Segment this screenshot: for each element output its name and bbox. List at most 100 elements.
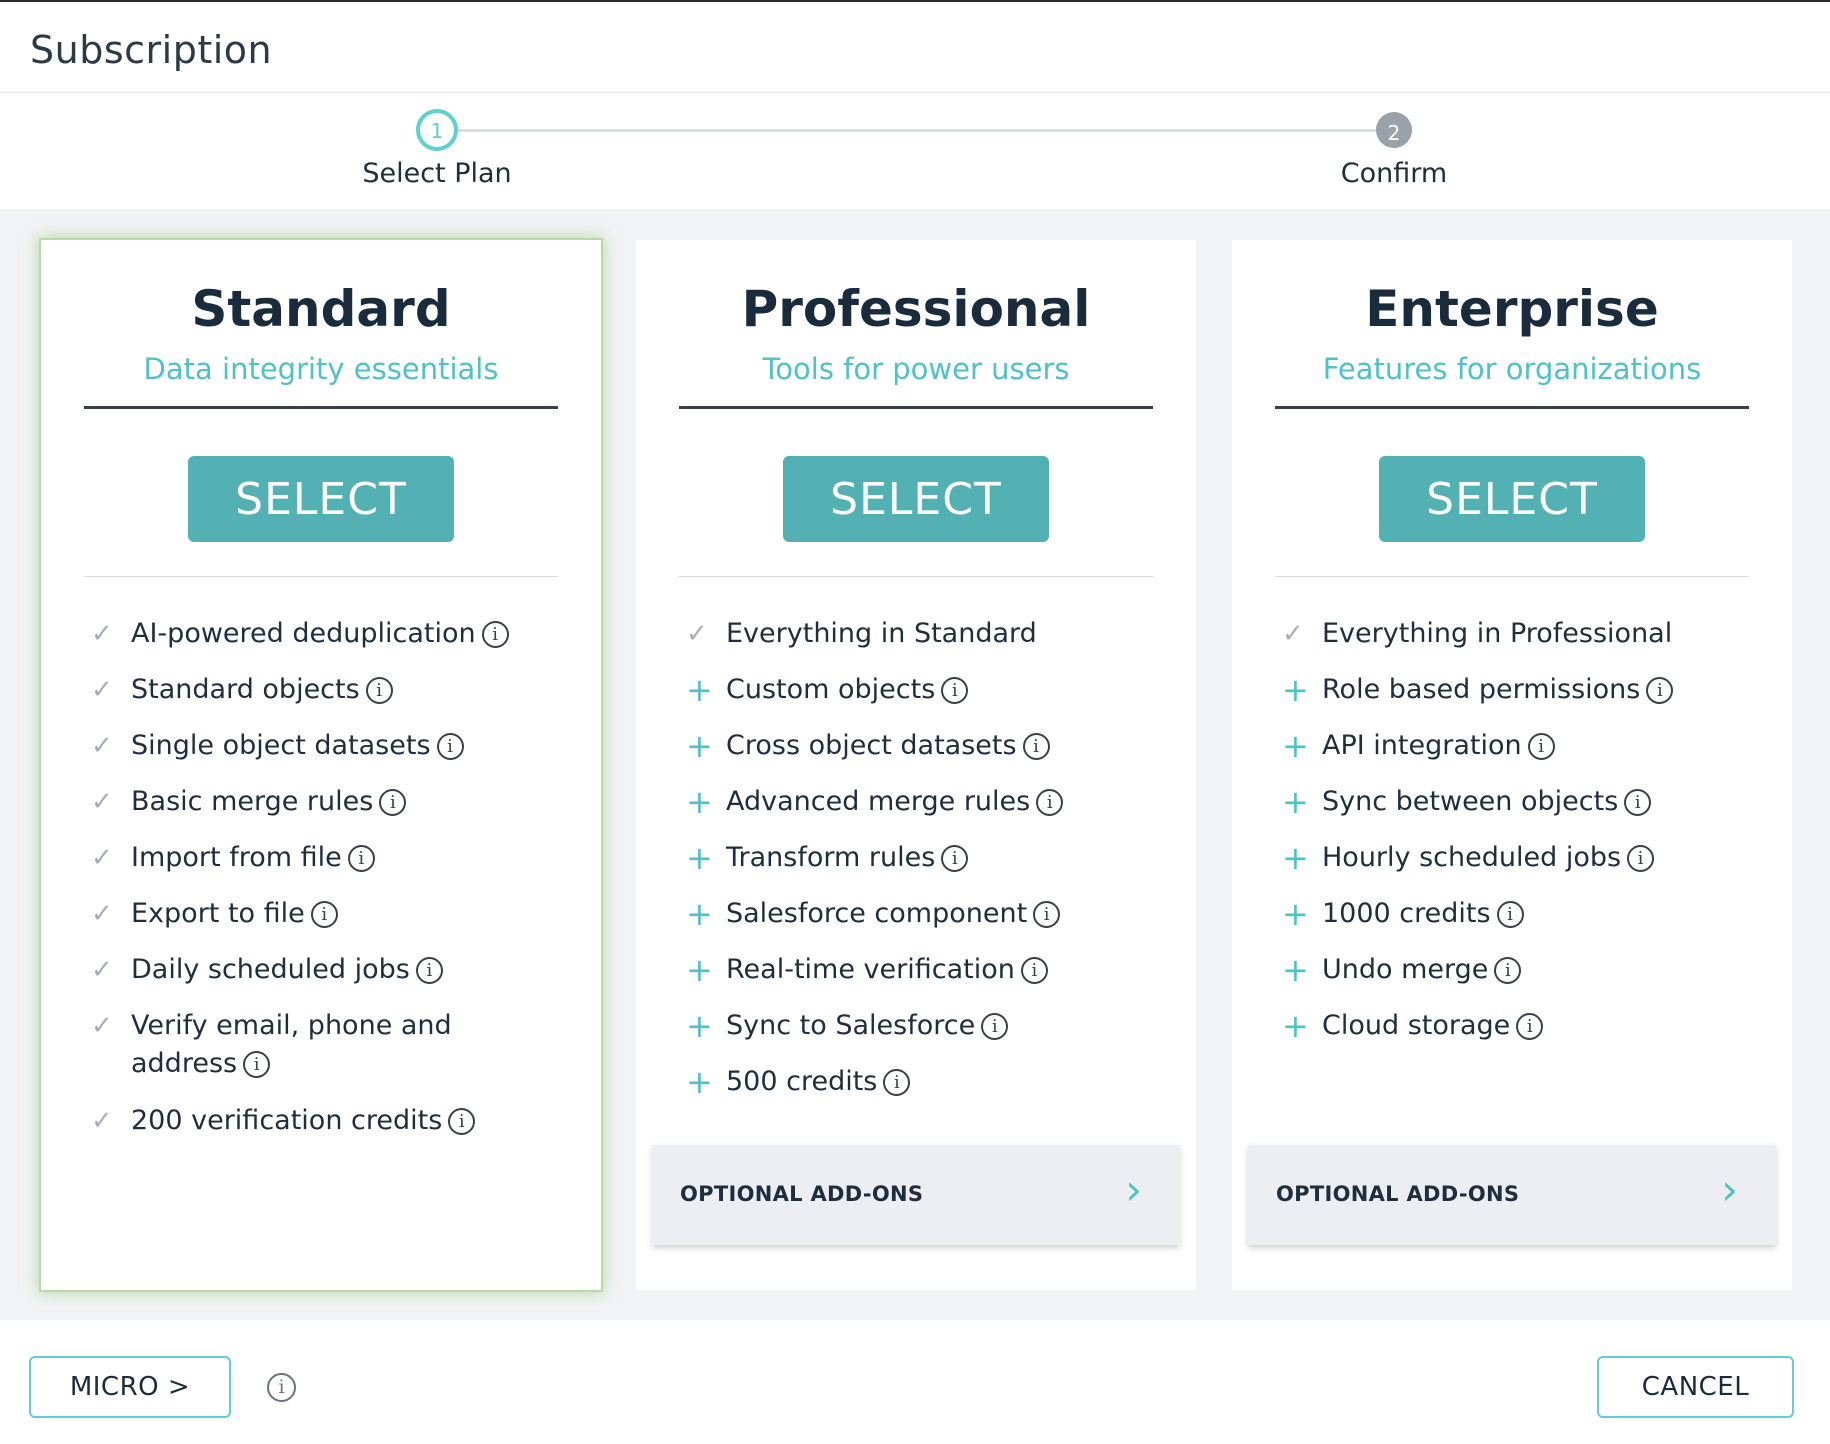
plan-card-standard[interactable]: Standard Data integrity essentials SELEC… — [41, 240, 601, 1290]
info-icon[interactable]: i — [1496, 901, 1524, 928]
info-icon[interactable]: i — [1527, 733, 1555, 760]
info-icon[interactable]: i — [1022, 733, 1050, 760]
feature-item: + Cross object datasets i — [686, 727, 1166, 783]
divider — [679, 576, 1153, 577]
plus-icon: + — [1282, 1007, 1309, 1045]
feature-item: ✓ Standard objects i — [91, 671, 571, 727]
info-icon[interactable]: i — [415, 957, 443, 984]
feature-label: Transform rules — [726, 842, 936, 873]
select-enterprise-button[interactable]: SELECT — [1379, 456, 1645, 542]
feature-list: ✓ Everything in Standard + Custom objects i… — [686, 615, 1166, 1119]
feature-label: Single object datasets — [131, 730, 431, 761]
feature-label: Cross object datasets — [726, 730, 1017, 761]
plan-card-enterprise[interactable]: Enterprise Features for organizations SE… — [1232, 240, 1792, 1290]
info-icon[interactable]: i — [1036, 789, 1064, 816]
info-icon[interactable]: i — [1020, 957, 1048, 984]
info-icon[interactable]: i — [1646, 677, 1674, 704]
check-icon: ✓ — [91, 619, 113, 649]
info-icon[interactable]: i — [1494, 957, 1522, 984]
feature-item: ✓ Daily scheduled jobs i — [91, 951, 571, 1007]
feature-label: Salesforce component — [726, 898, 1028, 929]
feature-item: + Transform rules i — [686, 839, 1166, 895]
plus-icon: + — [1282, 895, 1309, 933]
plan-name: Professional — [741, 280, 1091, 338]
micro-plan-button[interactable]: MICRO > — [29, 1356, 231, 1418]
feature-item: + Hourly scheduled jobs i — [1282, 839, 1762, 895]
feature-item: + Cloud storage i — [1282, 1007, 1762, 1063]
plus-icon: + — [1282, 783, 1309, 821]
feature-item: ✓ Everything in Professional — [1282, 615, 1762, 671]
feature-label: 1000 credits — [1322, 898, 1491, 929]
feature-item: + Sync between objects i — [1282, 783, 1762, 839]
plus-icon: + — [686, 1063, 713, 1101]
check-icon: ✓ — [91, 843, 113, 873]
feature-item: +1000 credits i — [1282, 895, 1762, 951]
plus-icon: + — [686, 727, 713, 765]
feature-label: Daily scheduled jobs — [131, 954, 410, 985]
feature-item: + Advanced merge rules i — [686, 783, 1166, 839]
stepper: 1 2 Select Plan Confirm — [0, 94, 1830, 211]
plus-icon: + — [1282, 727, 1309, 765]
feature-item: ✓ AI-powered deduplication i — [91, 615, 571, 671]
plan-tagline: Data integrity essentials — [143, 352, 499, 386]
feature-item: ✓ Single object datasets i — [91, 727, 571, 783]
feature-item: + Role based permissions i — [1282, 671, 1762, 727]
info-icon[interactable]: i — [981, 1013, 1009, 1040]
feature-label: Hourly scheduled jobs — [1322, 842, 1622, 873]
info-icon[interactable]: i — [883, 1069, 911, 1096]
plus-icon: + — [686, 951, 713, 989]
optional-addons-panel[interactable]: OPTIONAL ADD-ONS › — [1248, 1145, 1776, 1245]
info-icon[interactable]: i — [436, 733, 464, 760]
plus-icon: + — [1282, 951, 1309, 989]
plan-card-professional[interactable]: Professional Tools for power users SELEC… — [636, 240, 1196, 1290]
feature-item: + API integration i — [1282, 727, 1762, 783]
select-professional-button[interactable]: SELECT — [783, 456, 1049, 542]
feature-label: 500 credits — [726, 1066, 878, 1097]
info-icon[interactable]: i — [1627, 845, 1655, 872]
feature-item: + Real-time verification i — [686, 951, 1166, 1007]
info-icon[interactable]: i — [941, 677, 969, 704]
info-icon[interactable]: i — [243, 1051, 271, 1078]
cancel-button[interactable]: CANCEL — [1597, 1356, 1794, 1418]
chevron-right-icon[interactable]: › — [1125, 1165, 1142, 1214]
divider — [84, 406, 558, 409]
feature-item: + Salesforce component i — [686, 895, 1166, 951]
info-icon[interactable]: i — [347, 845, 375, 872]
feature-label: Role based permissions — [1322, 674, 1641, 705]
optional-addons-panel[interactable]: OPTIONAL ADD-ONS › — [652, 1145, 1180, 1245]
info-icon[interactable]: i — [1624, 789, 1652, 816]
info-icon[interactable]: i — [267, 1373, 296, 1402]
info-icon[interactable]: i — [481, 621, 509, 648]
info-icon[interactable]: i — [310, 901, 338, 928]
feature-item: ✓ Verify email, phone and address i — [91, 1007, 571, 1102]
step-2-label: Confirm — [1340, 158, 1448, 189]
info-icon[interactable]: i — [1033, 901, 1061, 928]
step-2-indicator: 2 — [1376, 112, 1412, 148]
subscription-dialog: Subscription 1 2 Select Plan Confirm Sta… — [0, 0, 1830, 1444]
feature-item: ✓ 200 verification credits i — [91, 1102, 571, 1158]
check-icon: ✓ — [91, 899, 113, 929]
feature-item: + Sync to Salesforce i — [686, 1007, 1166, 1063]
select-standard-button[interactable]: SELECT — [188, 456, 454, 542]
feature-label: Everything in Professional — [1322, 618, 1673, 649]
chevron-right-icon[interactable]: › — [1721, 1165, 1738, 1214]
optional-addons-label: OPTIONAL ADD-ONS — [680, 1182, 924, 1206]
info-icon[interactable]: i — [448, 1108, 476, 1135]
optional-addons-label: OPTIONAL ADD-ONS — [1276, 1182, 1520, 1206]
feature-label: Undo merge — [1322, 954, 1489, 985]
info-icon[interactable]: i — [941, 845, 969, 872]
check-icon: ✓ — [91, 787, 113, 817]
feature-label: Advanced merge rules — [726, 786, 1031, 817]
feature-item: ✓ Import from file i — [91, 839, 571, 895]
step-1-indicator: 1 — [416, 109, 458, 151]
info-icon[interactable]: i — [365, 677, 393, 704]
plus-icon: + — [686, 783, 713, 821]
info-icon[interactable]: i — [1516, 1013, 1544, 1040]
feature-item: ✓ Basic merge rules i — [91, 783, 571, 839]
dialog-title: Subscription — [30, 28, 273, 72]
feature-label: Standard objects — [131, 674, 360, 705]
feature-label: Everything in Standard — [726, 618, 1037, 649]
info-icon[interactable]: i — [379, 789, 407, 816]
feature-label: 200 verification credits — [131, 1105, 443, 1136]
dialog-footer: MICRO > i CANCEL — [0, 1320, 1830, 1444]
